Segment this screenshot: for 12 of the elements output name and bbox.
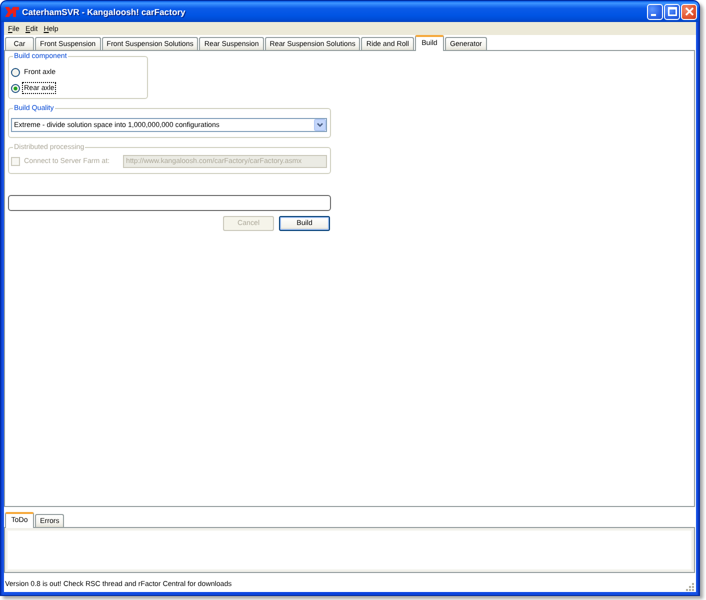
- maximize-button[interactable]: [664, 4, 680, 20]
- radio-button[interactable]: [11, 84, 20, 92]
- minimize-icon: [651, 14, 656, 16]
- chevron-down-icon[interactable]: [314, 118, 326, 130]
- window-title: CaterhamSVR - Kangaloosh! carFactory: [22, 6, 186, 16]
- size-grip-icon[interactable]: [686, 583, 694, 591]
- app-icon: [5, 6, 19, 16]
- minimize-button[interactable]: [647, 4, 663, 20]
- radio-button[interactable]: [11, 68, 20, 76]
- maximize-icon: [668, 7, 676, 16]
- close-icon: [684, 7, 694, 16]
- close-button[interactable]: [681, 4, 697, 20]
